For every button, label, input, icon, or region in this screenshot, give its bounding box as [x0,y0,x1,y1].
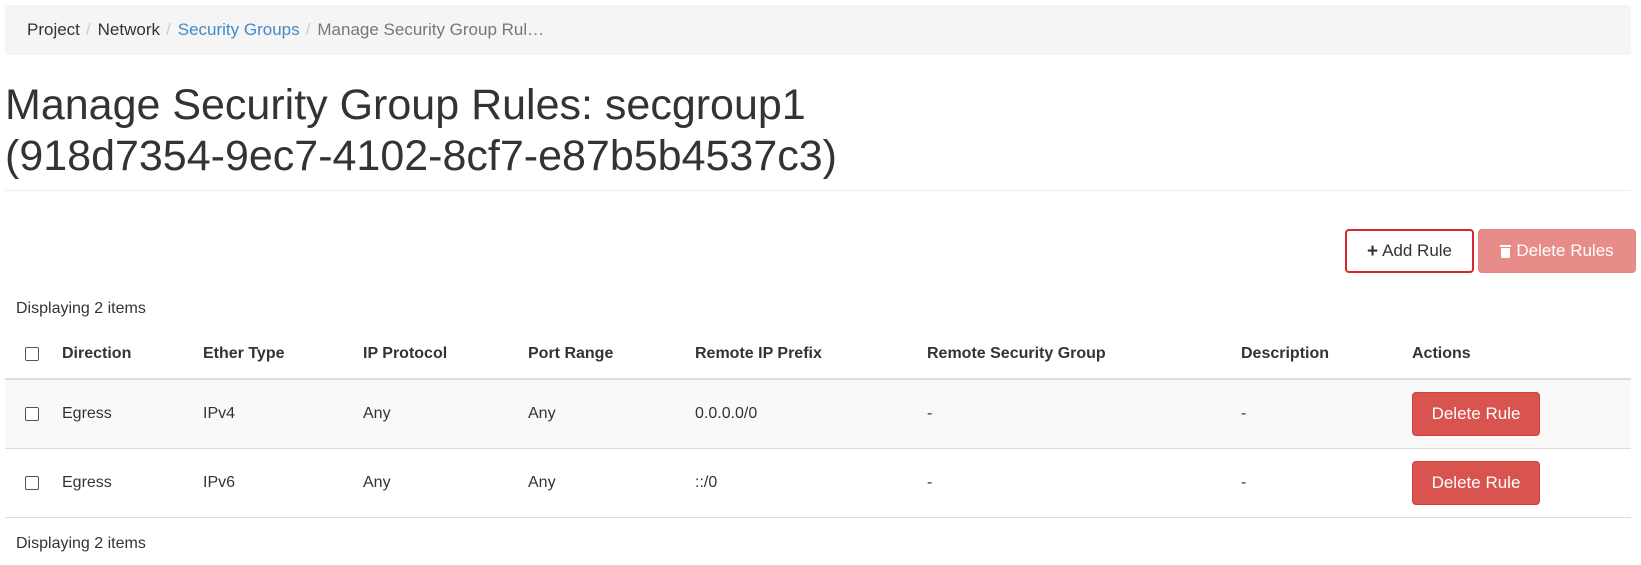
column-header-actions: Actions [1412,330,1631,380]
row-checkbox[interactable] [25,406,39,421]
breadcrumb-security-groups-link[interactable]: Security Groups [178,20,300,40]
column-header-ether-type[interactable]: Ether Type [203,330,363,380]
cell-remote-security-group: - [927,379,1241,449]
cell-port-range: Any [528,379,695,449]
cell-port-range: Any [528,448,695,518]
cell-ip-protocol: Any [363,448,528,518]
page-header: Manage Security Group Rules: secgroup1 (… [5,80,1631,191]
breadcrumb-separator: / [85,20,91,39]
cell-actions: Delete Rule [1412,379,1631,449]
delete-rules-button[interactable]: Delete Rules [1478,229,1636,273]
cell-ip-protocol: Any [363,379,528,449]
table-row: Egress IPv4 Any Any 0.0.0.0/0 - - Delete… [5,379,1631,449]
cell-direction: Egress [62,448,203,518]
delete-rule-button[interactable]: Delete Rule [1412,461,1540,505]
cell-direction: Egress [62,379,203,449]
add-rule-label: Add Rule [1382,241,1453,260]
row-checkbox[interactable] [25,475,39,490]
add-rule-button[interactable]: + Add Rule [1345,229,1474,273]
trash-icon [1500,244,1512,258]
row-select-cell [5,379,62,449]
cell-description: - [1241,448,1412,518]
item-count-bottom: Displaying 2 items [16,535,146,552]
table-row: Egress IPv6 Any Any ::/0 - - Delete Rule [5,448,1631,518]
row-select-cell [5,448,62,518]
breadcrumb-separator: / [305,20,311,39]
column-header-direction[interactable]: Direction [62,330,203,380]
select-all-cell [5,330,62,380]
delete-rule-button[interactable]: Delete Rule [1412,392,1540,436]
cell-remote-security-group: - [927,448,1241,518]
cell-ether-type: IPv4 [203,379,363,449]
cell-description: - [1241,379,1412,449]
page-title: Manage Security Group Rules: secgroup1 (… [5,80,1631,182]
breadcrumb-project: Project [27,20,80,39]
column-header-port-range[interactable]: Port Range [528,330,695,380]
table-header-row: Direction Ether Type IP Protocol Port Ra… [5,330,1631,380]
cell-remote-ip-prefix: 0.0.0.0/0 [695,379,927,449]
cell-ether-type: IPv6 [203,448,363,518]
breadcrumb-separator: / [166,20,171,39]
plus-icon: + [1366,240,1379,262]
column-header-ip-protocol[interactable]: IP Protocol [363,330,528,380]
column-header-description[interactable]: Description [1241,330,1412,380]
cell-remote-ip-prefix: ::/0 [695,448,927,518]
delete-rules-label: Delete Rules [1516,241,1614,260]
rules-table: Direction Ether Type IP Protocol Port Ra… [5,330,1631,518]
column-header-remote-ip-prefix[interactable]: Remote IP Prefix [695,330,927,380]
cell-actions: Delete Rule [1412,448,1631,518]
breadcrumb: Project / Network / Security Groups / Ma… [5,5,1631,55]
table-actions: + Add Rule Delete Rules [1345,229,1636,273]
breadcrumb-current: Manage Security Group Rul… [317,20,545,39]
page-title-line2: (918d7354-9ec7-4102-8cf7-e87b5b4537c3) [5,132,837,180]
select-all-checkbox[interactable] [25,346,39,361]
item-count-top: Displaying 2 items [16,300,146,317]
column-header-remote-security-group[interactable]: Remote Security Group [927,330,1241,380]
breadcrumb-network: Network [97,20,161,39]
page-title-line1: Manage Security Group Rules: secgroup1 [5,81,806,129]
